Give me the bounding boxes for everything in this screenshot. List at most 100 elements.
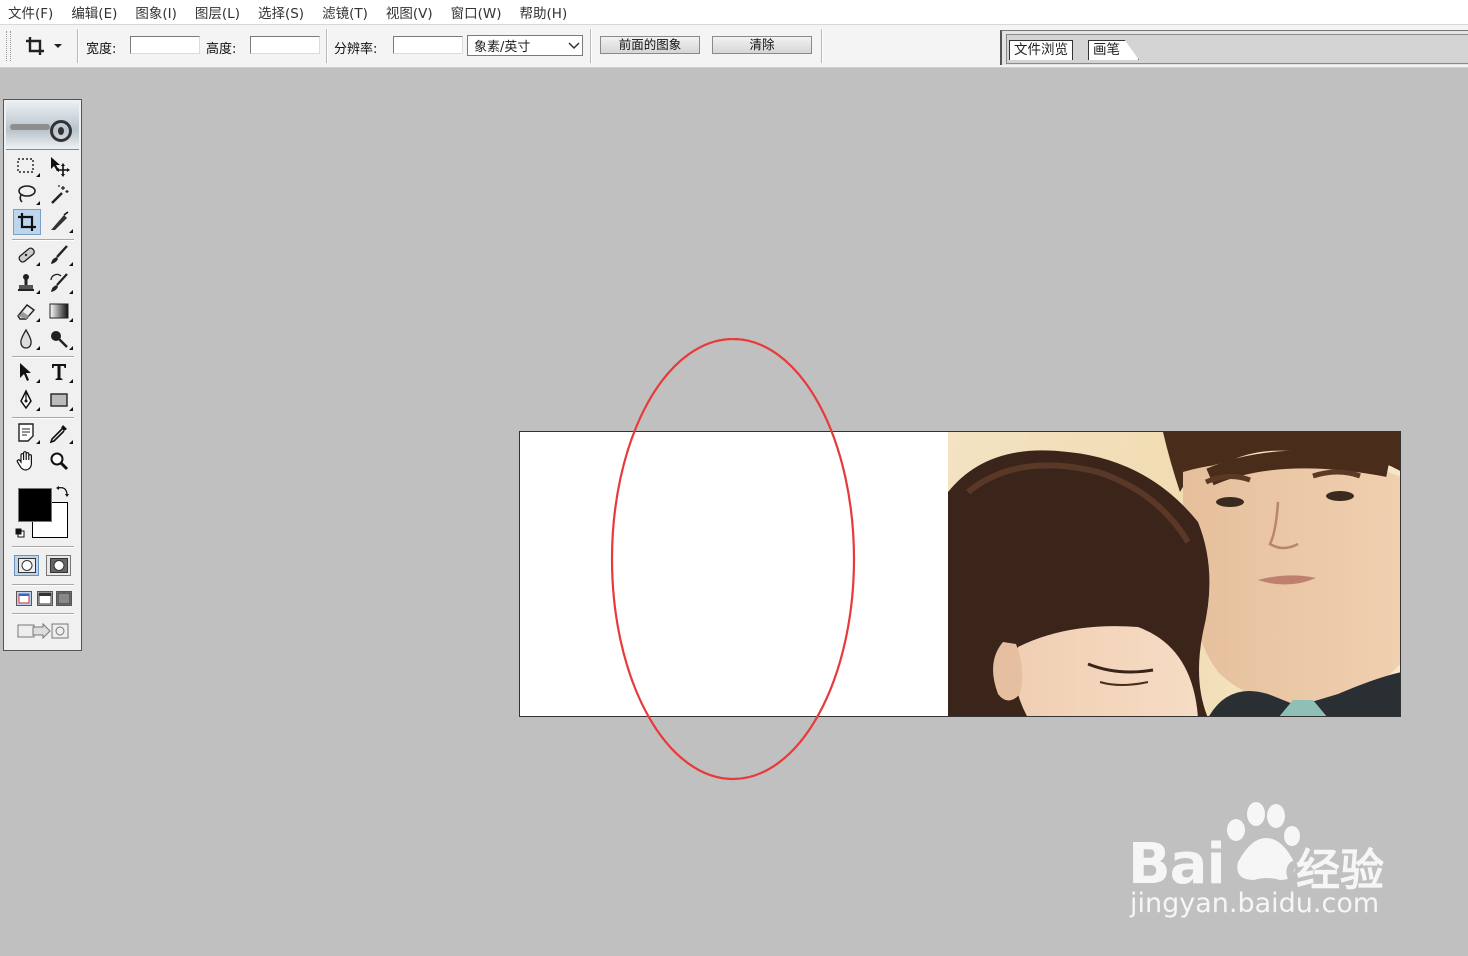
menu-image[interactable]: 图象(I) [126,2,186,22]
type-tool[interactable] [45,359,73,385]
menu-window[interactable]: 窗口(W) [442,2,511,22]
crop-icon [18,213,36,231]
notes-tool[interactable] [12,420,40,446]
dodge-icon [51,331,68,348]
default-colors-icon[interactable] [15,528,25,538]
full-screen-menu-mode-button[interactable] [37,591,53,606]
menu-filter[interactable]: 滤镜(T) [313,2,377,22]
brush-icon [51,245,68,264]
menu-bar: 文件(F) 编辑(E) 图象(I) 图层(L) 选择(S) 滤镜(T) 视图(V… [0,0,1468,25]
quick-mask-mode-button[interactable] [46,555,71,576]
resolution-label: 分辨率: [334,42,378,57]
toolbox [3,99,82,651]
path-selection-tool[interactable] [12,359,40,385]
palette-well-area [1006,34,1468,64]
height-input[interactable] [250,36,320,54]
rectangle-shape-icon [50,393,68,407]
toolbox-divider [12,613,74,615]
width-label: 宽度: [86,42,117,57]
magic-wand-icon [51,185,69,204]
menu-edit[interactable]: 编辑(E) [62,2,126,22]
slice-tool[interactable] [45,209,73,235]
screen-full-icon [57,592,71,605]
toolbox-divider [12,356,74,358]
chevron-down-icon [566,36,582,55]
menu-file[interactable]: 文件(F) [0,2,62,22]
pen-nib-icon [20,389,32,410]
bandage-icon [18,247,35,263]
text-t-icon [52,364,66,380]
brush-tool[interactable] [45,242,73,268]
gradient-tool[interactable] [45,298,73,324]
rect-marquee-icon [17,158,34,173]
standard-screen-mode-button[interactable] [16,591,32,606]
eraser-tool[interactable] [12,298,40,324]
photo-image [948,432,1400,716]
resolution-unit-select[interactable]: 象素/英寸 [467,35,583,56]
height-label: 高度: [206,42,237,57]
portrait-photo-icon [948,432,1400,716]
eye-icon [50,120,72,142]
note-icon [18,423,34,442]
shape-tool[interactable] [45,387,73,413]
toolbox-divider [12,239,74,241]
lasso-icon [18,185,36,203]
standard-mode-icon [17,558,36,573]
hand-tool[interactable] [12,448,40,474]
clone-stamp-tool[interactable] [12,270,40,296]
jump-to-icon [17,622,69,640]
marquee-tool[interactable] [12,153,40,179]
divider [821,29,823,63]
watermark-url: jingyan.baidu.com [1130,888,1380,919]
baidu-watermark: Bai du 经验 jingyan.baidu.com [1120,800,1420,930]
stamp-icon [18,274,34,291]
gradient-icon [49,303,69,319]
eyedropper-tool[interactable] [45,420,73,446]
resolution-unit-value: 象素/英寸 [474,40,531,55]
magic-wand-tool[interactable] [45,181,73,207]
move-icon [51,157,70,177]
magnifier-icon [50,452,69,471]
screen-window-icon [18,593,30,604]
clear-button[interactable]: 清除 [712,36,812,54]
palette-well: 文件浏览 画笔 [1000,30,1468,65]
history-brush-tool[interactable] [45,270,73,296]
menu-select[interactable]: 选择(S) [249,2,313,22]
tab-file-browser[interactable]: 文件浏览 [1009,40,1073,60]
slice-knife-icon [51,211,69,230]
swap-colors-icon[interactable] [56,484,70,498]
menu-layer[interactable]: 图层(L) [186,2,249,22]
water-drop-icon [20,328,32,349]
standard-mode-button[interactable] [14,555,39,576]
jump-to-imageready-button[interactable] [14,618,74,644]
full-screen-mode-button[interactable] [56,591,72,606]
zoom-tool[interactable] [45,448,73,474]
front-image-button[interactable]: 前面的图象 [600,36,700,54]
pen-tool[interactable] [12,387,40,413]
divider [326,29,328,63]
toolbox-header-logo[interactable] [6,102,79,150]
tool-preset-picker[interactable] [24,34,72,58]
crop-icon [26,37,44,55]
menu-view[interactable]: 视图(V) [377,2,442,22]
resolution-input[interactable] [393,36,463,54]
dodge-tool[interactable] [45,326,73,352]
feather-icon [10,124,50,130]
toolbox-divider [12,417,74,419]
width-input[interactable] [130,36,200,54]
eraser-icon [17,304,36,320]
crop-tool[interactable] [13,209,41,235]
lasso-tool[interactable] [12,181,40,207]
menu-help[interactable]: 帮助(H) [511,2,577,22]
quick-mask-icon [49,558,68,573]
history-brush-icon [50,273,68,292]
foreground-color-swatch[interactable] [18,488,52,522]
chevron-down-icon [54,44,62,48]
blur-tool[interactable] [12,326,40,352]
options-bar-grip[interactable] [6,31,11,61]
healing-brush-tool[interactable] [12,242,40,268]
hand-icon [16,451,32,471]
move-tool[interactable] [45,153,73,179]
divider [77,29,79,63]
eyedropper-icon [49,425,67,444]
